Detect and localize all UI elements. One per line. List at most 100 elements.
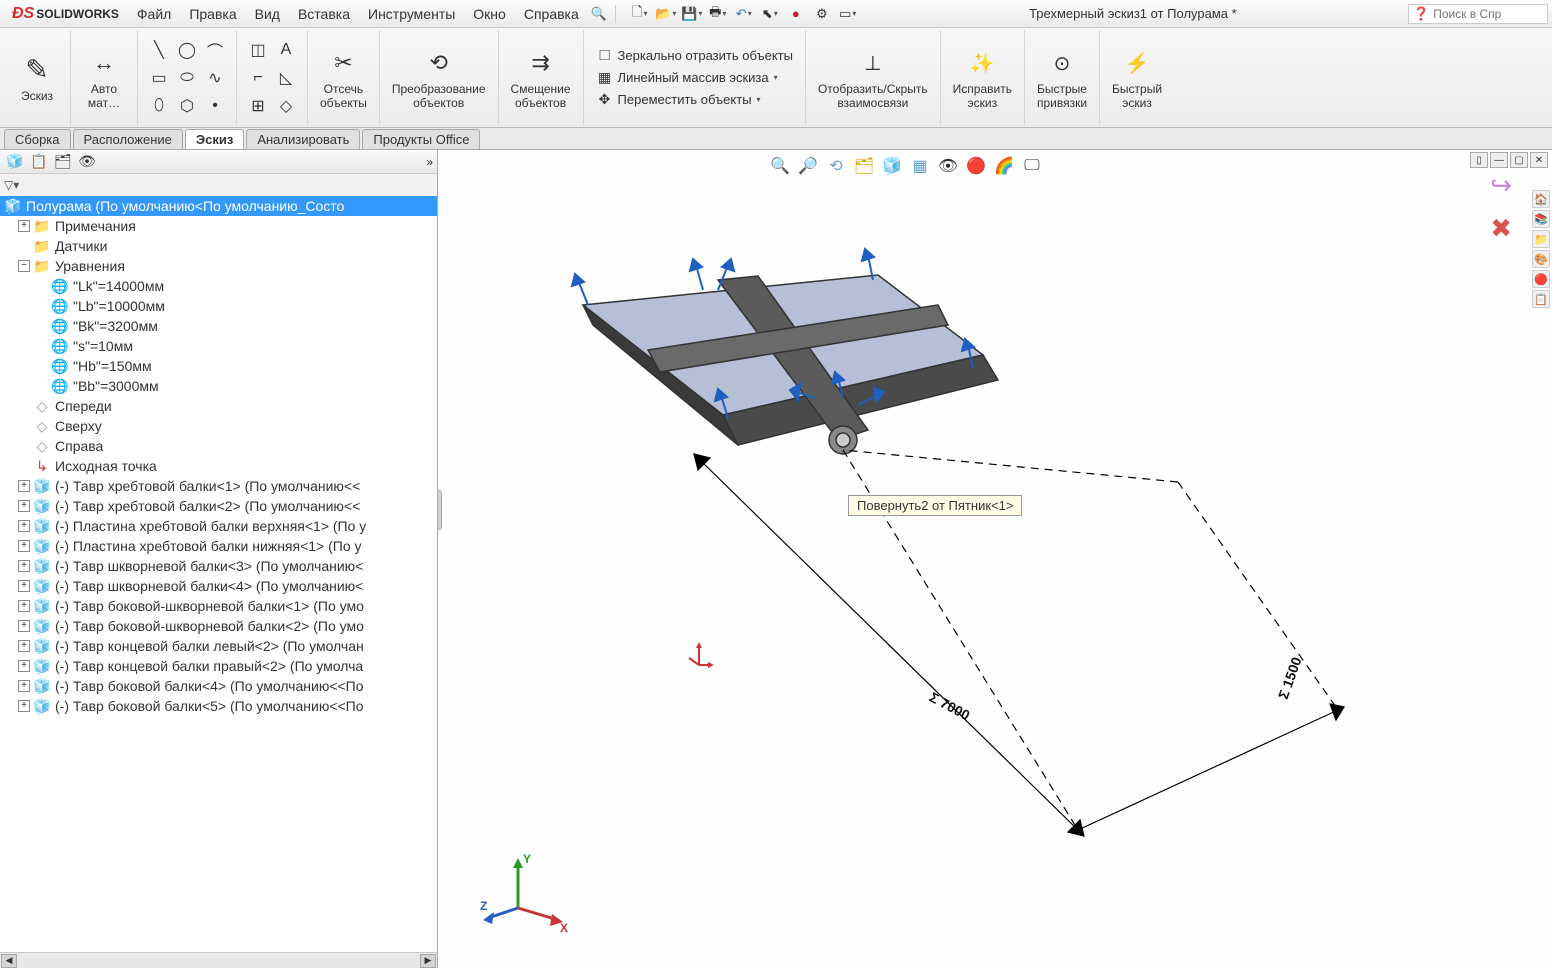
exit-sketch-icon[interactable]: ↪	[1490, 170, 1512, 201]
tree-part-7[interactable]: +🧊(-) Тавр боковой-шкворневой балки<2> (…	[0, 616, 437, 636]
tab-assembly[interactable]: Сборка	[4, 129, 71, 149]
spline-icon[interactable]: ∿	[202, 65, 228, 91]
tp-explorer-icon[interactable]: 📁	[1532, 230, 1550, 248]
maximize-icon[interactable]: ▢	[1510, 152, 1528, 168]
line-icon[interactable]: ╲	[146, 37, 172, 63]
auto-dimension-button[interactable]: ↔ Авто мат…	[79, 43, 129, 111]
config-tab-icon[interactable]: 🗂	[52, 152, 74, 172]
tree-sensors[interactable]: 📁 Датчики	[0, 236, 437, 256]
tree-part-10[interactable]: +🧊(-) Тавр боковой балки<4> (По умолчани…	[0, 676, 437, 696]
plane-icon[interactable]: ◫	[245, 37, 271, 63]
menu-help[interactable]: Справка	[516, 3, 587, 25]
tree-eq-5[interactable]: 🌐"Bb"=3000мм	[0, 376, 437, 396]
tree-eq-3[interactable]: 🌐"s"=10мм	[0, 336, 437, 356]
text-icon[interactable]: A	[273, 37, 299, 63]
box-icon[interactable]: ▭▾	[838, 4, 858, 24]
rebuild-icon[interactable]: ●	[786, 4, 806, 24]
offset-button[interactable]: ⇉ Смещение объектов	[507, 43, 575, 111]
open-icon[interactable]: 📂▾	[656, 4, 676, 24]
undo-icon[interactable]: ↶▾	[734, 4, 754, 24]
ellipse-icon[interactable]: ⬯	[146, 93, 172, 119]
tree-part-8[interactable]: +🧊(-) Тавр концевой балки левый<2> (По у…	[0, 636, 437, 656]
cancel-icon[interactable]: ✖	[1490, 213, 1512, 244]
tab-layout[interactable]: Расположение	[73, 129, 183, 149]
tree-part-6[interactable]: +🧊(-) Тавр боковой-шкворневой балки<1> (…	[0, 596, 437, 616]
tree-eq-2[interactable]: 🌐"Bk"=3200мм	[0, 316, 437, 336]
tree-eq-1[interactable]: 🌐"Lb"=10000мм	[0, 296, 437, 316]
prev-view-icon[interactable]: ⟲	[824, 154, 848, 178]
graphics-viewport[interactable]: ⋮ 🔍 🔎 ⟲ 🗂 🧊 ▦ 👁 🔴 🌈 🖵 ▯ — ▢ ✕ ↪ ✖ 🏠 📚	[438, 150, 1552, 968]
tree-part-11[interactable]: +🧊(-) Тавр боковой балки<5> (По умолчани…	[0, 696, 437, 716]
tp-palette-icon[interactable]: 🎨	[1532, 250, 1550, 268]
search-input[interactable]	[1433, 7, 1533, 21]
tree-eq-0[interactable]: 🌐"Lk"=14000мм	[0, 276, 437, 296]
circle-icon[interactable]: ◯	[174, 37, 200, 63]
tp-home-icon[interactable]: 🏠	[1532, 190, 1550, 208]
save-icon[interactable]: 💾▾	[682, 4, 702, 24]
tree-root[interactable]: 🧊 Полурама (По умолчанию<По умолчанию_Со…	[0, 196, 437, 216]
tree-part-3[interactable]: +🧊(-) Пластина хребтовой балки нижняя<1>…	[0, 536, 437, 556]
convert-button[interactable]: ⟲ Преобразование объектов	[388, 43, 490, 111]
tree-equations[interactable]: − 📁 Уравнения	[0, 256, 437, 276]
print-icon[interactable]: 🖶▾	[708, 4, 728, 24]
help-search[interactable]: ❓	[1408, 4, 1548, 24]
chamfer-icon[interactable]: ◺	[273, 65, 299, 91]
menu-tools[interactable]: Инструменты	[360, 3, 463, 25]
tree-plane-front[interactable]: ◇Спереди	[0, 396, 437, 416]
zoom-area-icon[interactable]: 🔎	[796, 154, 820, 178]
tree-part-2[interactable]: +🧊(-) Пластина хребтовой балки верхняя<1…	[0, 516, 437, 536]
tab-office[interactable]: Продукты Office	[362, 129, 480, 149]
panel-collapse-icon[interactable]: »	[426, 155, 433, 169]
trim-button[interactable]: ✂ Отсечь объекты	[316, 43, 371, 111]
menu-window[interactable]: Окно	[465, 3, 514, 25]
search-icon[interactable]: 🔍	[589, 4, 609, 24]
scroll-left-icon[interactable]: ◀	[1, 954, 17, 968]
tree-part-5[interactable]: +🧊(-) Тавр шкворневой балки<4> (По умолч…	[0, 576, 437, 596]
tree-plane-right[interactable]: ◇Справа	[0, 436, 437, 456]
misc-icon[interactable]: ⊞	[245, 93, 271, 119]
slot-icon[interactable]: ⬭	[174, 65, 200, 91]
feature-tree-tab-icon[interactable]: 🧊	[4, 152, 26, 172]
tree-plane-top[interactable]: ◇Сверху	[0, 416, 437, 436]
minimize-icon[interactable]: —	[1490, 152, 1508, 168]
rapid-sketch-button[interactable]: ⚡ Быстрый эскиз	[1108, 43, 1166, 111]
quick-snaps-button[interactable]: ⊙ Быстрые привязки	[1033, 43, 1091, 111]
dimension-7000[interactable]: Σ 7000	[927, 689, 973, 724]
collapse-icon[interactable]: −	[18, 260, 30, 272]
options-icon[interactable]: ⚙	[812, 4, 832, 24]
menu-file[interactable]: Файл	[129, 3, 179, 25]
section-view-icon[interactable]: 🗂	[852, 154, 876, 178]
point-icon[interactable]: •	[202, 93, 228, 119]
scroll-right-icon[interactable]: ▶	[420, 954, 436, 968]
display-tab-icon[interactable]: 👁	[76, 152, 98, 172]
splitter-handle[interactable]: ⋮	[438, 490, 442, 530]
linear-pattern-button[interactable]: ▦ Линейный массив эскиза ▾	[592, 68, 797, 88]
polygon-icon[interactable]: ⬡	[174, 93, 200, 119]
tp-properties-icon[interactable]: 📋	[1532, 290, 1550, 308]
tp-library-icon[interactable]: 📚	[1532, 210, 1550, 228]
expand-icon[interactable]: +	[18, 220, 30, 232]
menu-insert[interactable]: Вставка	[290, 3, 358, 25]
view-orientation-icon[interactable]: 🧊	[880, 154, 904, 178]
feature-tree[interactable]: 🧊 Полурама (По умолчанию<По умолчанию_Со…	[0, 196, 437, 952]
tree-part-1[interactable]: +🧊(-) Тавр хребтовой балки<2> (По умолча…	[0, 496, 437, 516]
tree-eq-4[interactable]: 🌐"Hb"=150мм	[0, 356, 437, 376]
appearance-icon[interactable]: 🔴	[964, 154, 988, 178]
property-tab-icon[interactable]: 📋	[28, 152, 50, 172]
misc2-icon[interactable]: ◇	[273, 93, 299, 119]
tree-part-4[interactable]: +🧊(-) Тавр шкворневой балки<3> (По умолч…	[0, 556, 437, 576]
select-icon[interactable]: ⬉▾	[760, 4, 780, 24]
new-icon[interactable]: 🗋▾	[630, 4, 650, 24]
view-settings-icon[interactable]: 🖵	[1020, 154, 1044, 178]
tree-notes[interactable]: + 📁 Примечания	[0, 216, 437, 236]
fillet-icon[interactable]: ⌐	[245, 65, 271, 91]
rectangle-icon[interactable]: ▭	[146, 65, 172, 91]
hide-show-icon[interactable]: 👁	[936, 154, 960, 178]
repair-sketch-button[interactable]: ✨ Исправить эскиз	[949, 43, 1016, 111]
h-scrollbar[interactable]: ◀ ▶	[0, 952, 437, 968]
tp-appearance-icon[interactable]: 🔴	[1532, 270, 1550, 288]
close-icon[interactable]: ✕	[1530, 152, 1548, 168]
mirror-button[interactable]: 🞎 Зеркально отразить объекты	[592, 46, 797, 66]
tree-origin[interactable]: ↳Исходная точка	[0, 456, 437, 476]
tree-part-9[interactable]: +🧊(-) Тавр концевой балки правый<2> (По …	[0, 656, 437, 676]
